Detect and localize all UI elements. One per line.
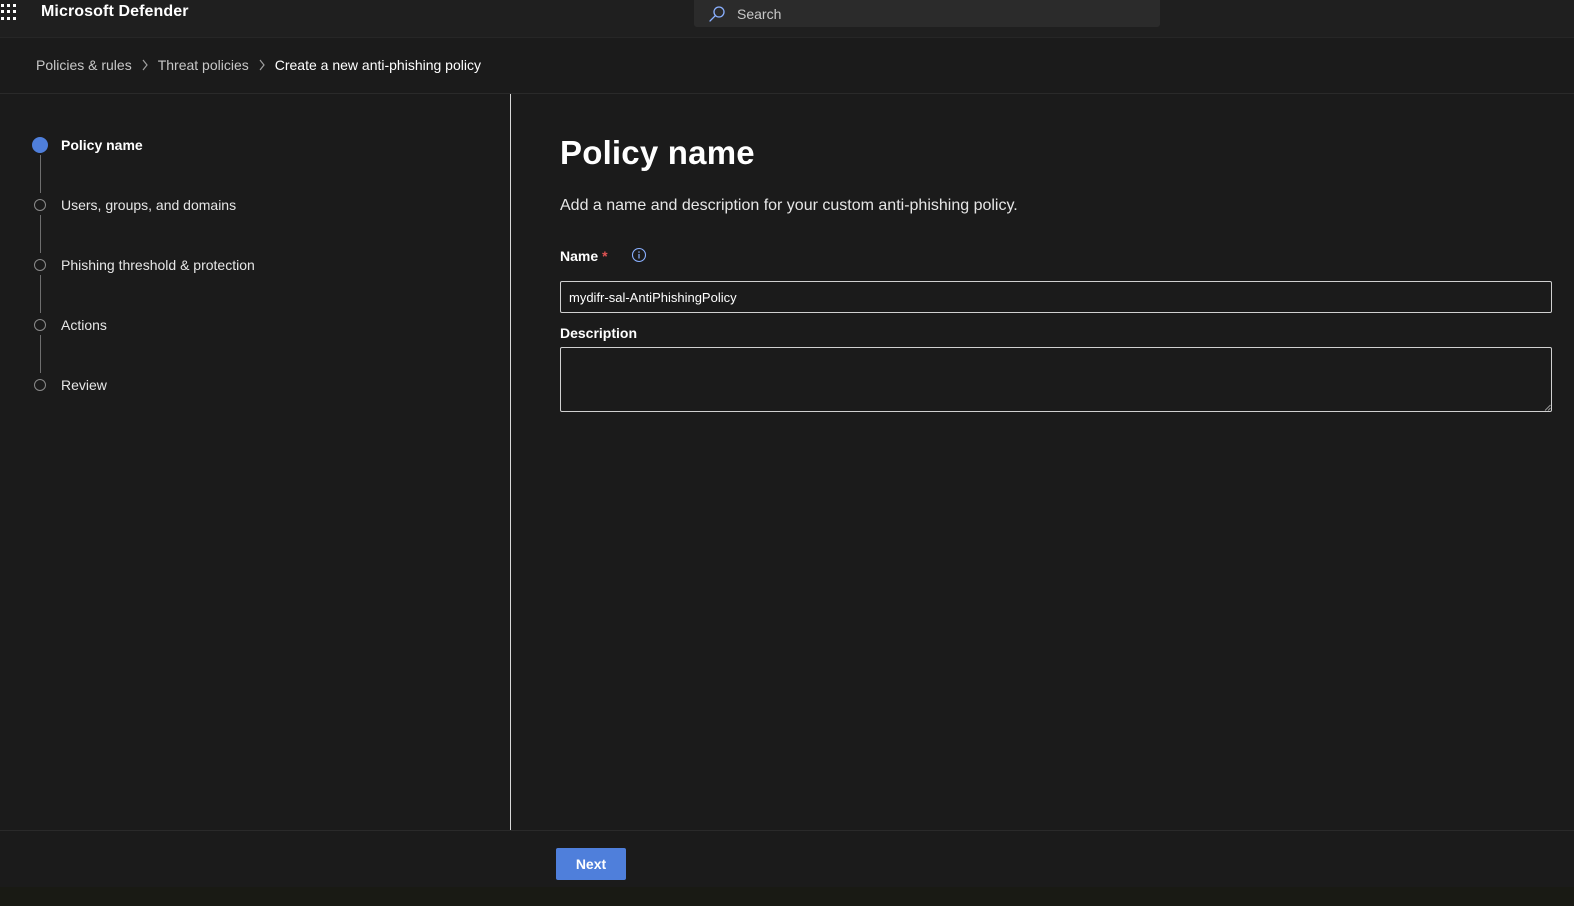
search-box[interactable]: Search	[694, 0, 1160, 27]
step-circle-icon	[34, 319, 46, 331]
step-circle-icon	[34, 259, 46, 271]
step-active-dot-icon	[32, 137, 48, 153]
page-title: Policy name	[560, 134, 755, 171]
wizard-steps: Policy name Users, groups, and domains P…	[0, 94, 510, 830]
step-label: Users, groups, and domains	[61, 197, 237, 213]
step-connector	[40, 335, 41, 373]
breadcrumb-policies-rules[interactable]: Policies & rules	[36, 57, 132, 73]
app-launcher-waffle-icon[interactable]	[1, 4, 17, 20]
step-connector	[40, 275, 41, 313]
next-button[interactable]: Next	[556, 848, 626, 880]
app-title[interactable]: Microsoft Defender	[41, 3, 189, 21]
name-label: Name *	[560, 248, 608, 264]
breadcrumb: Policies & rules Threat policies Create …	[36, 56, 481, 74]
main-panel: Policy name Add a name and description f…	[511, 94, 1574, 830]
step-label: Actions	[61, 317, 107, 333]
description-label: Description	[560, 325, 638, 341]
step-connector	[40, 155, 41, 193]
step-connector	[40, 215, 41, 253]
breadcrumb-threat-policies[interactable]: Threat policies	[158, 57, 249, 73]
step-label: Policy name	[61, 137, 143, 153]
chevron-right-icon	[132, 58, 158, 72]
step-circle-icon	[34, 379, 46, 391]
description-textarea[interactable]	[560, 347, 1552, 412]
breadcrumb-current-page: Create a new anti-phishing policy	[274, 57, 481, 73]
step-label: Review	[61, 377, 107, 393]
top-bar: Microsoft Defender Search	[0, 0, 1574, 38]
step-actions[interactable]: Actions	[33, 315, 107, 335]
required-marker: *	[602, 248, 608, 264]
name-label-text: Name	[560, 248, 599, 264]
step-review[interactable]: Review	[33, 375, 107, 395]
step-policy-name[interactable]: Policy name	[32, 135, 143, 155]
search-icon	[709, 6, 725, 22]
step-circle-icon	[34, 199, 46, 211]
resize-grip-icon[interactable]	[1544, 404, 1551, 411]
search-input[interactable]: Search	[737, 6, 781, 22]
bottom-strip	[0, 887, 1574, 906]
chevron-right-icon	[249, 58, 275, 72]
step-users-groups-domains[interactable]: Users, groups, and domains	[33, 195, 236, 215]
step-label: Phishing threshold & protection	[61, 257, 255, 273]
info-icon[interactable]	[631, 247, 647, 263]
name-input[interactable]	[560, 281, 1552, 313]
footer-divider	[0, 830, 1574, 831]
step-phishing-threshold[interactable]: Phishing threshold & protection	[33, 255, 255, 275]
page-description: Add a name and description for your cust…	[560, 197, 1018, 214]
